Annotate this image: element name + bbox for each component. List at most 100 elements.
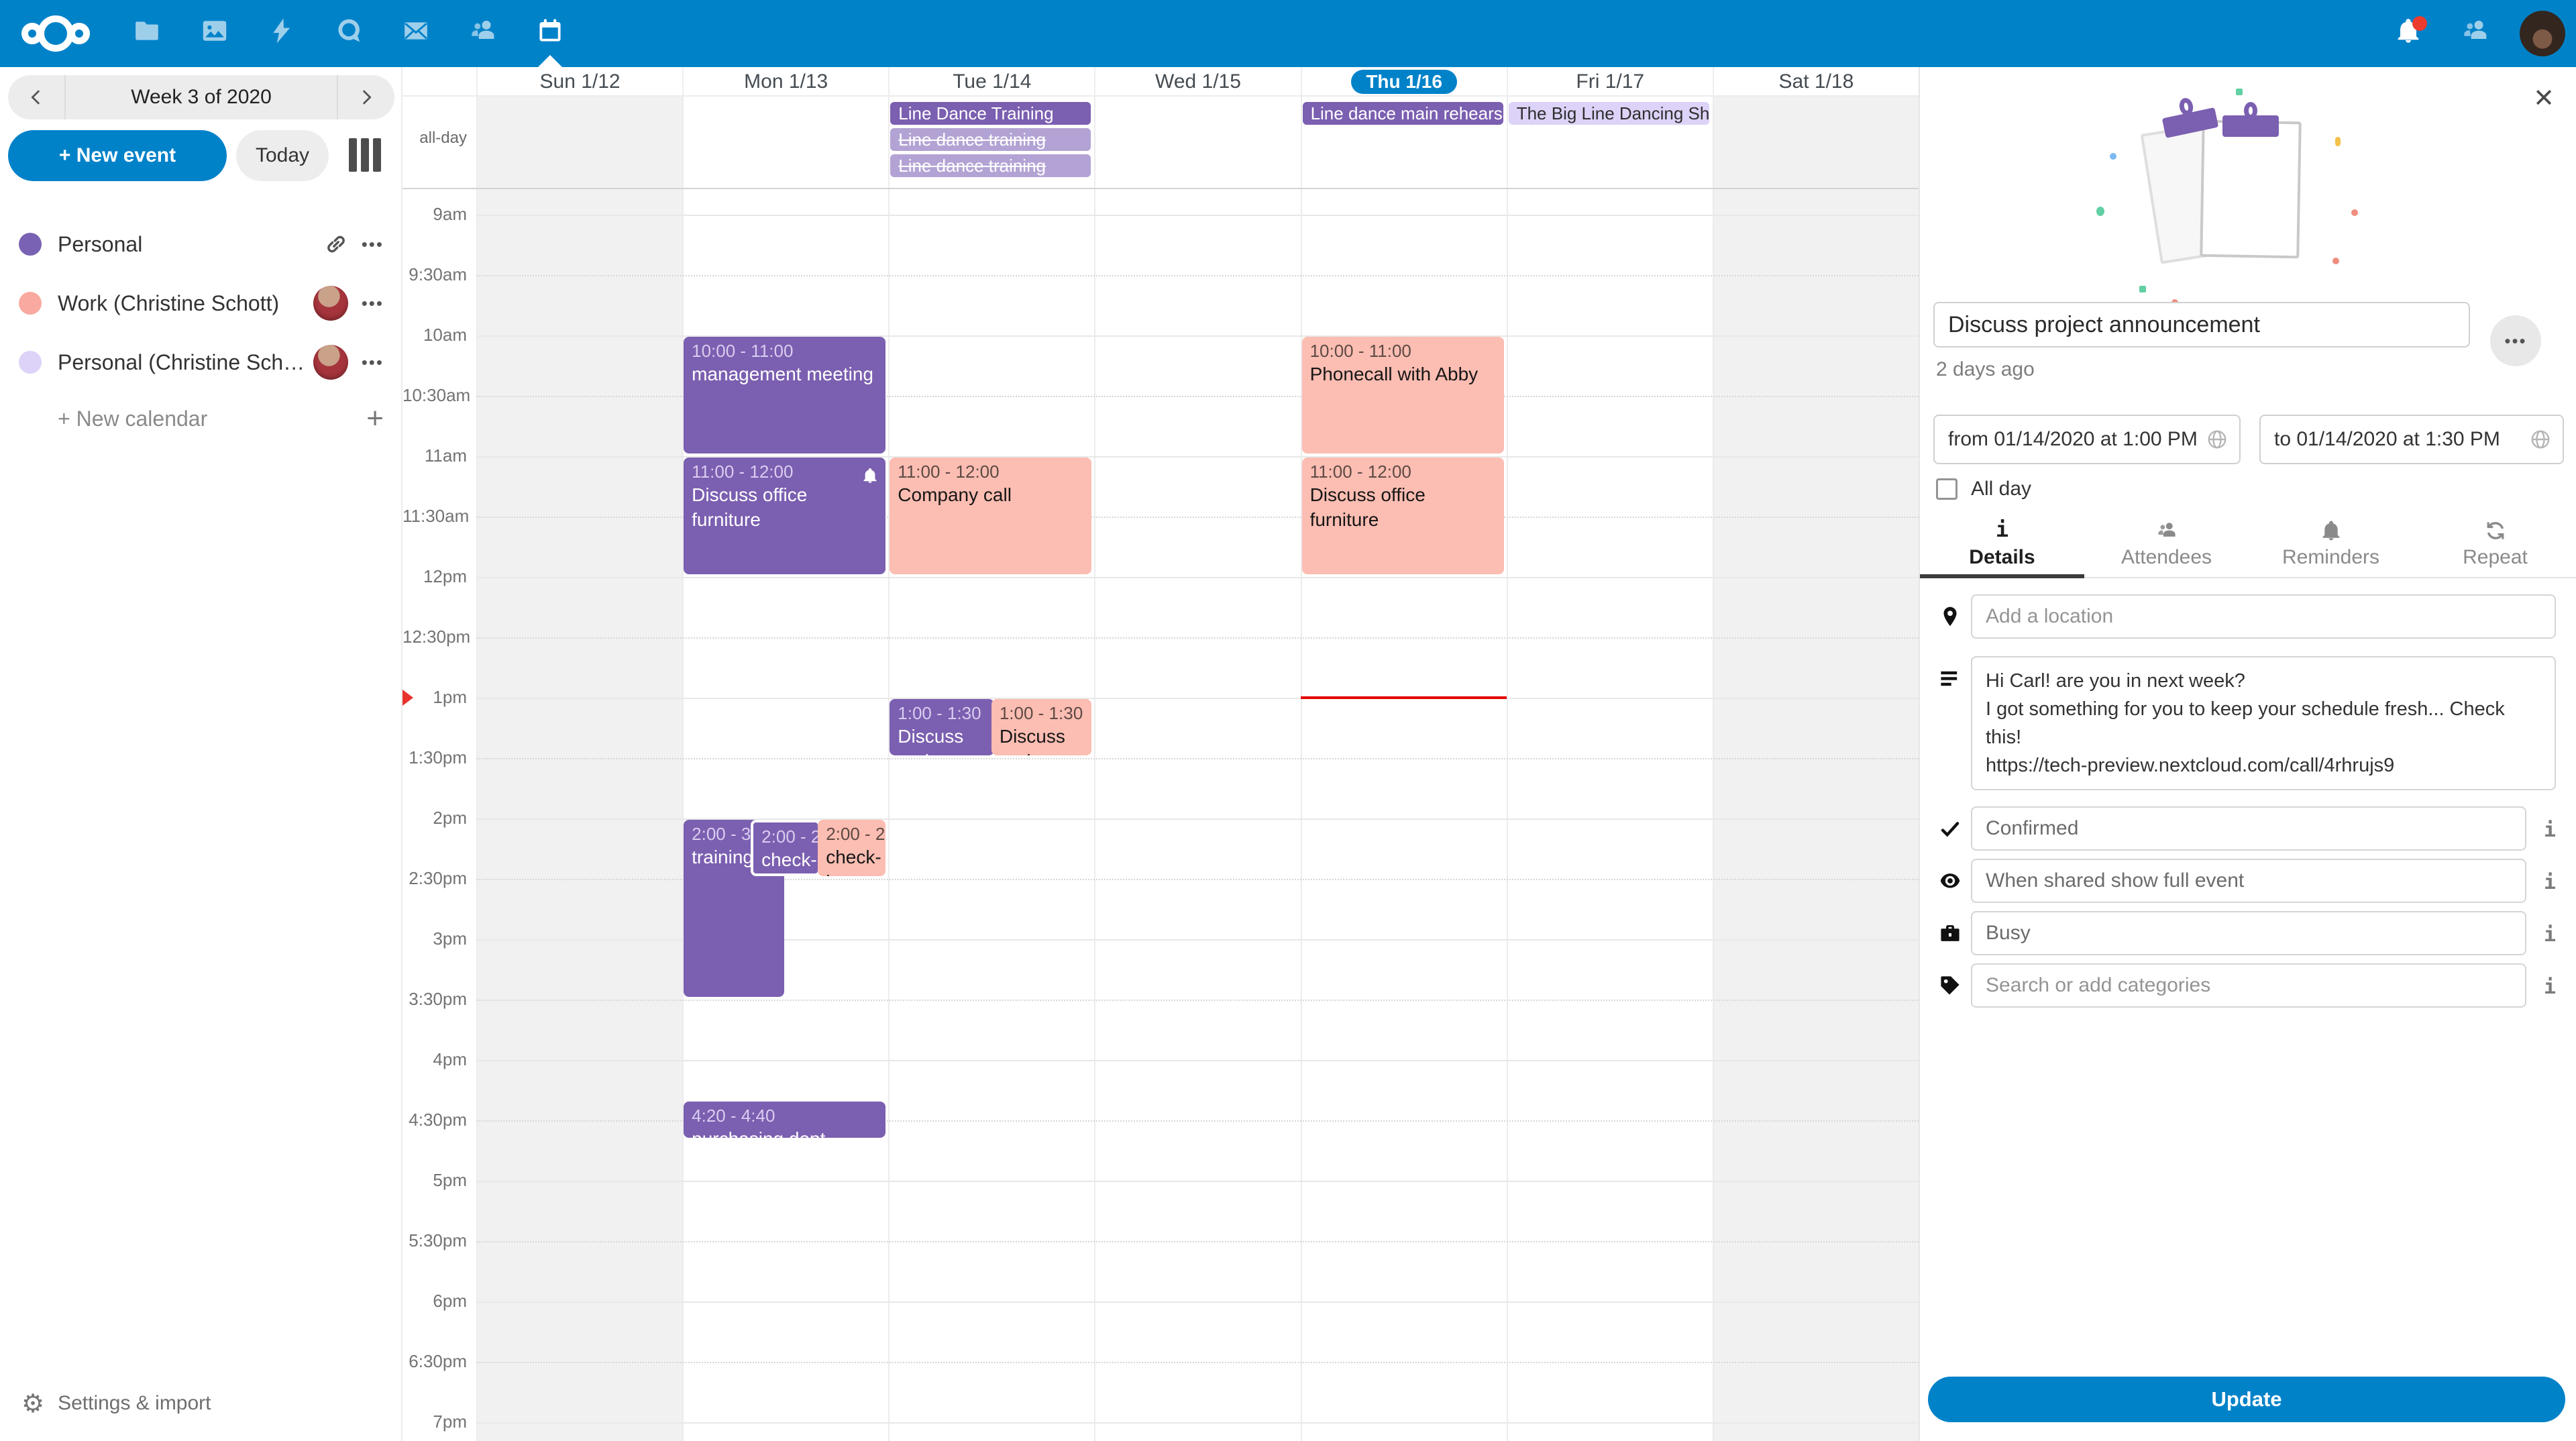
notifications-button[interactable] [2375,0,2442,67]
app-talk[interactable] [315,0,382,67]
week-navigation: Week 3 of 2020 [8,75,394,119]
info-icon[interactable]: i [2544,871,2556,894]
freebusy-field[interactable]: Busy [1971,911,2526,955]
time-label: 9:30am [402,264,467,285]
calendar-event[interactable]: 2:00 - 2:30check-in [751,820,820,876]
calendar-sidebar: Week 3 of 2020 + New event Today Persona… [0,67,402,1441]
contacts-menu-button[interactable] [2442,0,2509,67]
calendar-event[interactable]: 11:00 - 12:00Company call [890,458,1091,574]
grid-line [476,758,1919,759]
categories-field[interactable] [1971,963,2526,1008]
location-input[interactable] [1986,605,2541,628]
grid-line [476,215,1919,216]
day-header-fri: Fri 1/17 [1507,67,1713,97]
grid-line [476,275,1919,276]
start-datetime-field[interactable]: from 01/14/2020 at 1:00 PM [1933,415,2241,464]
new-calendar-button[interactable]: + New calendar+ [0,392,402,445]
more-actions-icon[interactable]: ••• [362,293,384,314]
timezone-globe-icon [2206,428,2229,451]
view-switcher-icon[interactable] [349,138,384,173]
all-day-event[interactable]: Line Dance Training [890,102,1091,125]
photos-icon [201,17,229,50]
event-title: management meeting [692,362,877,387]
column-border [1507,189,1508,1441]
time-label: 10:30am [402,385,467,406]
all-day-event[interactable]: The Big Line Dancing Show [1509,102,1709,125]
next-week-button[interactable] [338,75,394,119]
categories-input[interactable] [1986,974,2512,997]
description-field[interactable]: Hi Carl! are you in next week? I got som… [1971,656,2556,790]
more-actions-icon[interactable]: ••• [362,234,384,255]
app-files[interactable] [114,0,181,67]
calendar-event[interactable]: 2:00 - 2:30check-in [818,820,885,876]
app-contacts[interactable] [449,0,517,67]
time-label: 12:30pm [402,627,467,647]
description-text[interactable]: Hi Carl! are you in next week? I got som… [1986,657,2541,789]
grid-line [476,1241,1919,1242]
info-icon[interactable]: i [2544,923,2556,947]
visibility-row: When shared show full event i [1939,859,2556,903]
all-day-checkbox[interactable] [1936,478,1957,500]
calendar-icon [536,17,564,50]
time-grid: 9am9:30am10am10:30am11am11:30am12pm12:30… [402,189,1919,1441]
info-icon[interactable]: i [2544,975,2556,999]
event-title: Phonecall with Abby [1310,362,1496,387]
calendar-event[interactable]: 1:00 - 1:30Discuss project [991,699,1092,755]
calendar-list-item[interactable]: Personal (Christine Scho…••• [0,333,402,392]
tab-repeat[interactable]: Repeat [2413,510,2576,577]
time-label: 3:30pm [402,989,467,1010]
event-editor-panel: ✕ ••• 2 days ago from 01/14/2020 at 1:00… [1919,67,2576,1441]
calendar-color-dot [19,233,42,256]
briefcase-icon [1939,922,1966,950]
column-border [1094,189,1095,1441]
calendar-event[interactable]: 11:00 - 12:00Discuss office furniture [1302,458,1504,574]
update-button[interactable]: Update [1928,1377,2565,1422]
location-field[interactable] [1971,594,2556,639]
close-icon[interactable]: ✕ [2533,83,2555,113]
new-event-button[interactable]: + New event [8,130,227,181]
time-label: 1:30pm [402,747,467,768]
gear-icon: ⚙ [21,1389,44,1418]
calendar-event[interactable]: 11:00 - 12:00Discuss office furniture [684,458,885,574]
all-day-event[interactable]: Line dance training [890,154,1091,177]
all-day-toggle[interactable]: All day [1936,478,2031,500]
day-header-row: Sun 1/12Mon 1/13Tue 1/14Wed 1/15Thu 1/16… [402,67,1919,97]
previous-week-button[interactable] [8,75,64,119]
nextcloud-logo-icon[interactable] [21,0,90,67]
share-link-icon[interactable] [324,232,348,256]
app-calendar[interactable] [517,0,584,67]
status-field[interactable]: Confirmed [1971,806,2526,851]
calendar-event[interactable]: 10:00 - 11:00management meeting [684,337,885,453]
app-activity[interactable] [248,0,315,67]
time-label: 10am [402,325,467,345]
app-photos[interactable] [181,0,248,67]
nextcloud-calendar-app: Week 3 of 2020 + New event Today Persona… [0,0,2576,1441]
end-datetime-field[interactable]: to 01/14/2020 at 1:30 PM [2259,415,2564,464]
event-title: Discuss office furniture [692,483,877,533]
calendar-event[interactable]: 1:00 - 1:30Discuss proj announcem [890,699,994,755]
info-icon[interactable]: i [2544,818,2556,842]
settings-and-import-button[interactable]: ⚙ Settings & import [0,1379,402,1428]
event-title-input[interactable] [1933,302,2470,348]
user-avatar-button[interactable] [2509,0,2576,67]
event-actions-menu-button[interactable]: ••• [2490,315,2541,366]
calendar-list-item[interactable]: Personal••• [0,215,402,274]
clipboard-front-sheet [2200,120,2302,259]
calendar-event[interactable]: 10:00 - 11:00Phonecall with Abby [1302,337,1504,453]
week-label[interactable]: Week 3 of 2020 [64,75,338,119]
all-day-event[interactable]: Line dance main rehearsal [1303,102,1503,125]
tab-details[interactable]: iDetails [1920,510,2084,577]
today-button[interactable]: Today [236,130,329,181]
calendar-event[interactable]: 4:20 - 4:40purchasing dept [684,1102,885,1138]
calendar-list-item[interactable]: Work (Christine Schott)••• [0,274,402,333]
tab-attendees[interactable]: Attendees [2084,510,2249,577]
grid-line [476,1362,1919,1363]
tab-reminders[interactable]: Reminders [2249,510,2413,577]
visibility-field[interactable]: When shared show full event [1971,859,2526,903]
more-actions-icon[interactable]: ••• [362,352,384,373]
event-time: 11:00 - 12:00 [692,460,877,483]
column-border [1094,97,1095,188]
confetti-dot [2236,89,2243,95]
app-mail[interactable] [382,0,449,67]
all-day-event[interactable]: Line dance training [890,128,1091,151]
